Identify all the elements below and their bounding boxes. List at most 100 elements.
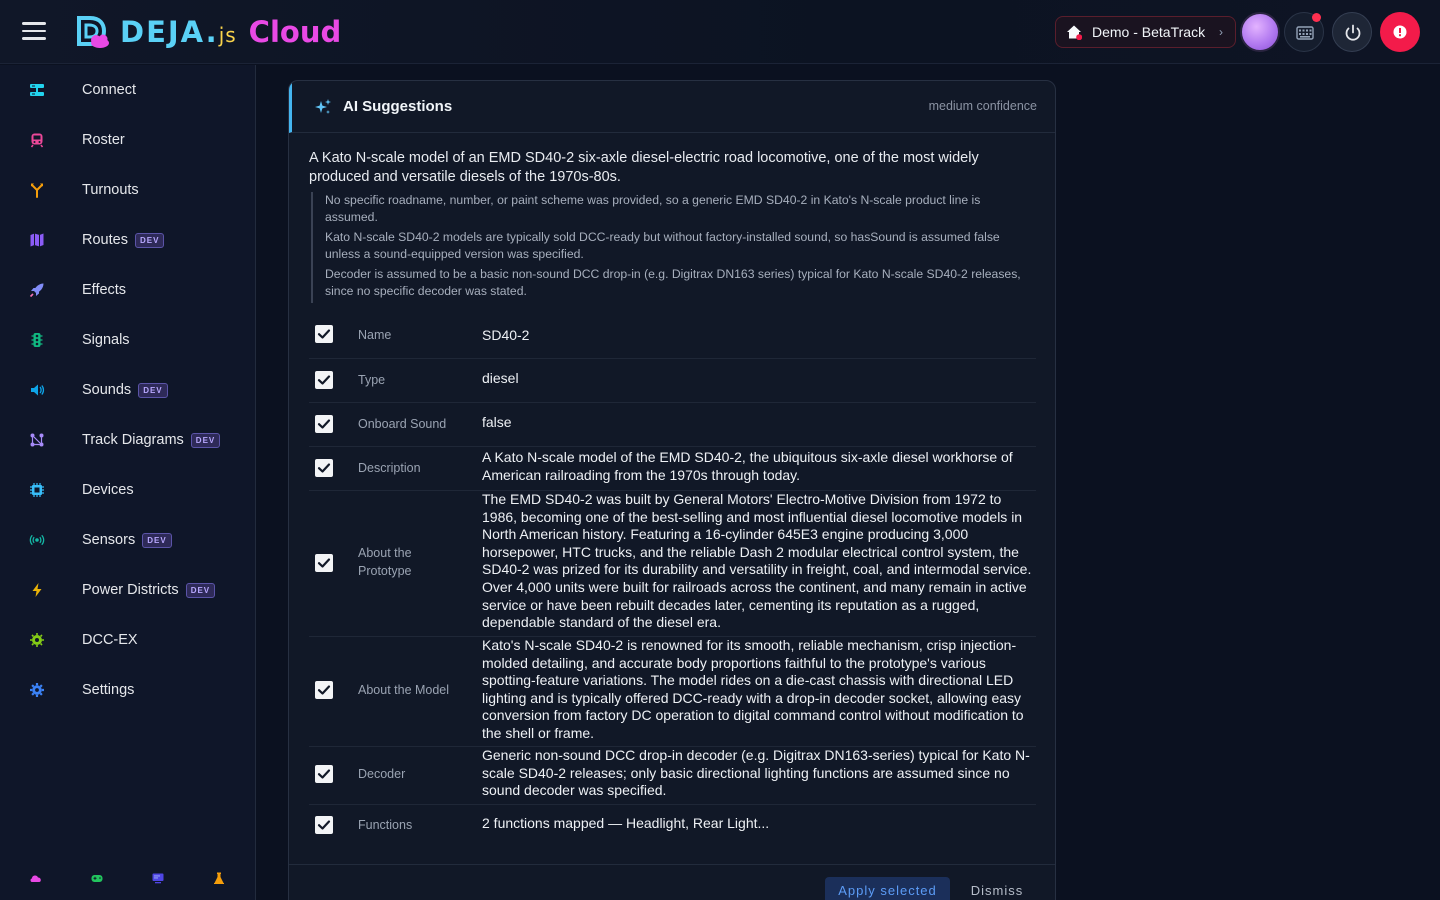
emergency-stop-button[interactable] (1380, 12, 1420, 52)
dev-badge: DEV (138, 382, 168, 398)
field-checkbox[interactable] (315, 459, 333, 477)
suggestion-summary: A Kato N-scale model of an EMD SD40-2 si… (309, 150, 979, 185)
confidence-label: medium confidence (928, 99, 1037, 113)
checkmark-icon (317, 820, 331, 830)
throttle-keypad-button[interactable] (1284, 12, 1324, 52)
sidebar-item-label: Devices (82, 482, 134, 498)
field-label: Description (358, 461, 421, 475)
field-value: SD40-2 (482, 327, 530, 343)
train-icon (29, 132, 45, 148)
card-header: AI Suggestions medium confidence (289, 81, 1055, 133)
sidebar-item-effects[interactable]: Effects (0, 265, 255, 315)
deja-logo-icon (76, 14, 112, 50)
field-row-name: Name SD40-2 (309, 321, 1036, 359)
field-value: 2 functions mapped — Headlight, Rear Lig… (482, 815, 770, 831)
power-button[interactable] (1332, 12, 1372, 52)
fork-icon (29, 182, 45, 198)
flask-icon[interactable] (212, 871, 226, 885)
logo-text: DEJA.js Cloud (120, 15, 341, 49)
chip-icon (29, 482, 45, 498)
apply-selected-button[interactable]: Apply selected (825, 877, 950, 900)
sidebar-item-text: Sounds (82, 382, 132, 398)
field-checkbox[interactable] (315, 415, 333, 433)
power-icon (1345, 24, 1361, 41)
assumptions-list: No specific roadname, number, or paint s… (311, 192, 1023, 303)
menu-icon[interactable] (22, 22, 46, 42)
alert-icon (1393, 25, 1407, 39)
field-row-onboard-sound: Onboard Sound false (309, 403, 1036, 447)
checkmark-icon (317, 419, 331, 429)
sparkle-icon (314, 98, 332, 116)
logo-dot: . (205, 15, 219, 49)
sidebar-item-label: Signals (82, 332, 130, 348)
field-row-about-the-prototype: About the Prototype The EMD SD40-2 was bu… (309, 491, 1036, 637)
field-value: The EMD SD40-2 was built by General Moto… (482, 491, 1032, 631)
broadcast-icon (29, 532, 45, 548)
field-row-type: Type diesel (309, 359, 1036, 403)
gamepad-icon[interactable] (90, 871, 104, 885)
dev-badge: DEV (190, 432, 221, 448)
sidebar-item-signals[interactable]: Signals (0, 315, 255, 365)
sidebar-item-text: Effects (82, 282, 127, 298)
cloud-icon[interactable] (29, 871, 43, 885)
sidebar-item-track-diagrams[interactable]: Track Diagrams DEV (0, 415, 255, 465)
dismiss-button[interactable]: Dismiss (959, 877, 1035, 900)
sidebar-item-text: DCC-EX (82, 632, 138, 648)
app-logo[interactable]: DEJA.js Cloud (76, 14, 341, 50)
home-icon (1066, 24, 1083, 41)
sidebar-item-dcc-ex[interactable]: DCC-EX (0, 615, 255, 665)
sidebar-item-devices[interactable]: Devices (0, 465, 255, 515)
sidebar-item-turnouts[interactable]: Turnouts (0, 165, 255, 215)
sidebar-item-power-districts[interactable]: Power Districts DEV (0, 565, 255, 615)
dev-badge: DEV (142, 532, 172, 548)
checkmark-icon (317, 463, 331, 473)
field-label: Type (358, 373, 386, 387)
checkmark-icon (317, 375, 331, 385)
sidebar-nav: Connect Roster Turnouts Routes DEV Effects Sig… (0, 65, 256, 900)
sidebar-item-roster[interactable]: Roster (0, 115, 255, 165)
sidebar-item-text: Connect (82, 82, 137, 98)
sidebar-item-text: Track Diagrams (82, 432, 184, 448)
field-checkbox[interactable] (315, 765, 333, 783)
logo-deja: DEJA (120, 15, 206, 49)
sidebar-footer (0, 871, 255, 891)
sidebar-item-label: Track Diagrams DEV (82, 432, 221, 448)
field-label: Decoder (358, 767, 406, 781)
field-label: Name (358, 328, 392, 342)
dev-badge: DEV (134, 232, 165, 248)
assumption-item: Decoder is assumed to be a basic non-sou… (325, 267, 1021, 298)
field-checkbox[interactable] (315, 371, 333, 389)
layout-selector-label: Demo - BetaTrack (1092, 24, 1206, 40)
sidebar-item-settings[interactable]: Settings (0, 665, 255, 715)
sidebar-item-label: Sounds DEV (82, 382, 168, 398)
field-label: About the Prototype (358, 546, 412, 578)
layout-selector[interactable]: Demo - BetaTrack › (1055, 16, 1236, 48)
top-app-bar: DEJA.js Cloud Demo - BetaTrack › (0, 0, 1440, 64)
gear-icon (29, 682, 45, 698)
card-title: AI Suggestions (343, 98, 453, 115)
user-avatar[interactable] (1240, 12, 1280, 52)
sidebar-item-label: DCC-EX (82, 632, 138, 648)
monitor-icon[interactable] (151, 871, 165, 885)
sidebar-item-label: Effects (82, 282, 126, 298)
rocket-icon (29, 282, 45, 298)
field-checkbox[interactable] (315, 681, 333, 699)
sidebar-item-label: Sensors DEV (82, 532, 172, 548)
field-checkbox[interactable] (315, 325, 333, 343)
chevron-right-icon: › (1219, 25, 1223, 39)
sidebar-item-label: Power Districts DEV (82, 582, 216, 598)
sidebar-item-sounds[interactable]: Sounds DEV (0, 365, 255, 415)
field-checkbox[interactable] (315, 554, 333, 572)
server-icon (29, 82, 45, 98)
sidebar-item-sensors[interactable]: Sensors DEV (0, 515, 255, 565)
sidebar-item-label: Settings (82, 682, 134, 698)
sidebar-item-text: Turnouts (82, 182, 139, 198)
sidebar-item-routes[interactable]: Routes DEV (0, 215, 255, 265)
sidebar-item-text: Routes (82, 232, 128, 248)
field-label: Functions (358, 818, 413, 832)
sidebar-item-label: Routes DEV (82, 232, 165, 248)
checkmark-icon (317, 685, 331, 695)
sidebar-item-connect[interactable]: Connect (0, 65, 255, 115)
field-checkbox[interactable] (315, 816, 333, 834)
field-row-decoder: Decoder Generic non-sound DCC drop-in dec… (309, 747, 1036, 805)
